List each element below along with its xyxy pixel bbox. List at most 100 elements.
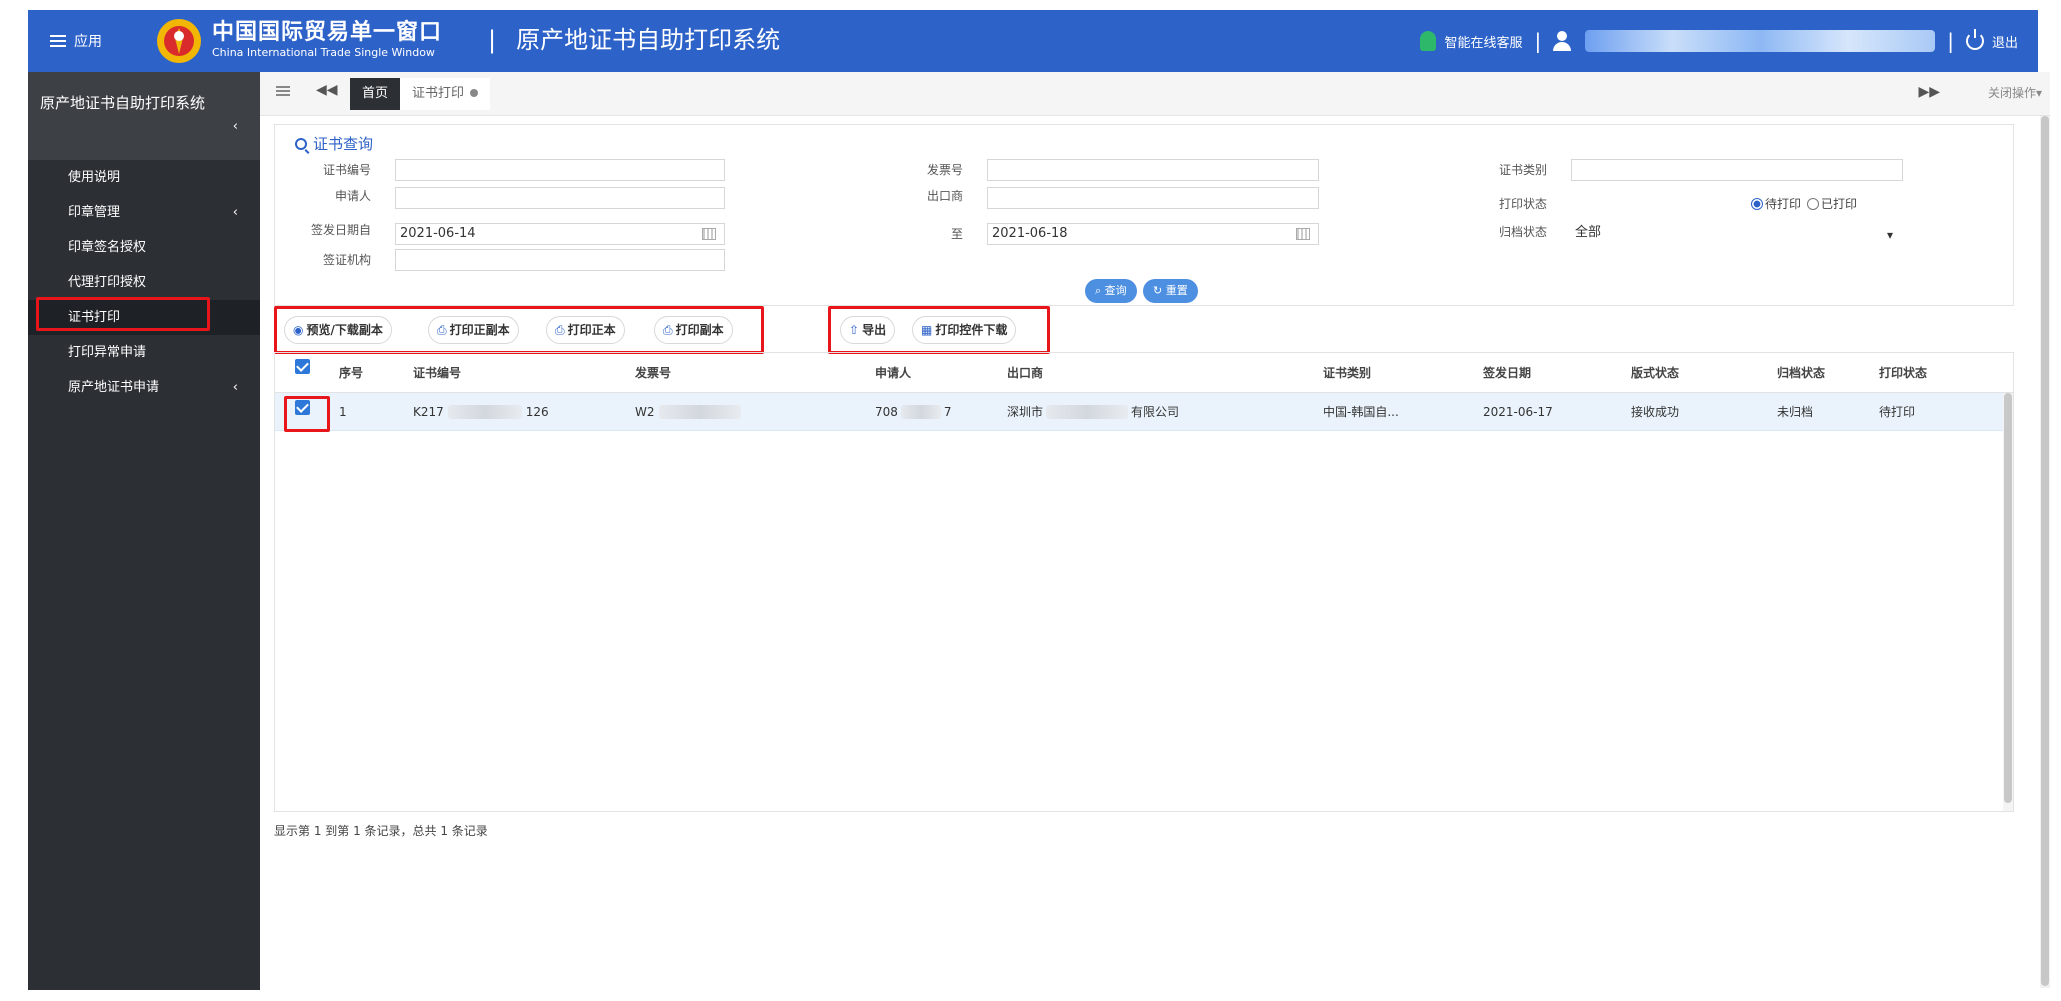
redaction-mask <box>447 404 522 419</box>
app-menu-button[interactable]: 应用 <box>50 28 102 54</box>
table-row[interactable]: 1 K217 126 W2 708 7 深圳市 有限公司 中国-韩国自... 2… <box>275 393 2013 431</box>
exporter-prefix: 深圳市 <box>1007 405 1044 419</box>
sidebar-item-seal-management[interactable]: 印章管理 ‹ <box>28 195 260 230</box>
cert-table: 序号 证书编号 发票号 申请人 出口商 证书类别 签发日期 版式状态 归档状态 … <box>274 352 2014 812</box>
search-panel: 证书查询 证书编号 发票号 证书类别 申请人 出口商 打印状态 待打印 已打印 … <box>274 124 2014 306</box>
sidebar-item-agent-print-auth[interactable]: 代理打印授权 <box>28 265 260 300</box>
power-icon[interactable] <box>1965 29 1984 50</box>
issue-date-from-value: 2021-06-14 <box>400 226 476 241</box>
print-status-radio-group: 待打印 已打印 <box>1751 195 1857 212</box>
sidebar-item-label: 使用说明 <box>68 170 121 185</box>
tab-scroll-left-icon[interactable]: ◀◀ <box>316 82 338 98</box>
system-title: | 原产地证书自助打印系统 <box>488 26 781 54</box>
invoice-prefix: W2 <box>635 404 655 419</box>
select-all-checkbox[interactable] <box>295 347 310 386</box>
col-archive-status[interactable]: 归档状态 <box>1777 353 1825 392</box>
radio-printed[interactable] <box>1807 197 1820 210</box>
logo-icon <box>157 19 201 63</box>
cert-no-prefix: K217 <box>413 404 444 419</box>
col-print-status[interactable]: 打印状态 <box>1879 353 1927 392</box>
col-issue-date[interactable]: 签发日期 <box>1483 353 1531 392</box>
chevron-left-icon: ‹ <box>232 380 238 395</box>
search-icon <box>295 137 307 150</box>
exporter-input[interactable] <box>987 187 1319 209</box>
online-service-link[interactable]: 智能在线客服 <box>1444 32 1522 51</box>
sidebar-item-instructions[interactable]: 使用说明 <box>28 160 260 195</box>
user-icon[interactable] <box>1553 31 1572 51</box>
radio-pending-print[interactable] <box>1751 197 1763 210</box>
calendar-icon[interactable] <box>1296 228 1310 240</box>
page-scrollbar-thumb[interactable] <box>2041 116 2049 986</box>
cert-type-label: 证书类别 <box>1498 163 1547 177</box>
cell-issue-date: 2021-06-17 <box>1483 404 1553 419</box>
redaction-mask <box>900 404 941 419</box>
issue-date-to-value: 2021-06-18 <box>992 226 1068 241</box>
brand-en: China International Trade Single Window <box>212 46 435 59</box>
robot-icon <box>1420 31 1437 51</box>
table-scrollbar[interactable] <box>2003 393 2013 811</box>
tab-scroll-right-icon[interactable]: ▶▶ <box>1918 84 1940 100</box>
highlight-box-row-checkbox <box>284 396 330 432</box>
radio-pending-label: 待打印 <box>1765 197 1802 211</box>
sidebar-item-origin-cert-apply[interactable]: 原产地证书申请 ‹ <box>28 370 260 405</box>
issuing-agency-input[interactable] <box>395 249 725 271</box>
sidebar-item-seal-signature-auth[interactable]: 印章签名授权 <box>28 230 260 265</box>
sidebar-collapse-icon[interactable]: ‹ <box>233 116 238 138</box>
cell-seq: 1 <box>339 404 347 419</box>
reset-button[interactable]: ↻ 重置 <box>1143 279 1198 303</box>
search-panel-title-text: 证书查询 <box>313 135 374 153</box>
tab-bar: ◀◀ 首页 证书打印 ▶▶ 关闭操作▾ <box>260 72 2050 116</box>
highlight-box-print-buttons <box>274 306 764 354</box>
cert-no-input[interactable] <box>395 159 725 181</box>
toggle-sidebar-icon[interactable] <box>276 86 290 96</box>
menu-icon <box>50 35 66 47</box>
cell-applicant: 708 7 <box>875 393 952 430</box>
tab-home[interactable]: 首页 <box>350 78 401 110</box>
cell-format-status: 接收成功 <box>1631 405 1680 419</box>
cell-invoice-no: W2 <box>635 393 741 430</box>
applicant-label: 申请人 <box>334 189 371 203</box>
query-label: 查询 <box>1104 284 1127 297</box>
exporter-label: 出口商 <box>926 189 963 203</box>
invoice-no-input[interactable] <box>987 159 1319 181</box>
col-applicant[interactable]: 申请人 <box>875 353 911 392</box>
sidebar-item-label: 印章签名授权 <box>68 240 147 255</box>
archive-status-value: 全部 <box>1575 225 1602 240</box>
header-right: 智能在线客服 | | 退出 <box>1420 26 2018 56</box>
tab-cert-print[interactable]: 证书打印 <box>400 78 491 110</box>
applicant-input[interactable] <box>395 187 725 209</box>
archive-status-label: 归档状态 <box>1498 225 1547 239</box>
issue-date-from-label: 签发日期自 <box>310 223 371 237</box>
close-operations-dropdown[interactable]: 关闭操作▾ <box>1988 84 2042 101</box>
sidebar-item-label: 原产地证书申请 <box>68 380 160 395</box>
print-status-label: 打印状态 <box>1498 197 1547 211</box>
col-format-status[interactable]: 版式状态 <box>1631 353 1679 392</box>
sidebar-item-label: 打印异常申请 <box>68 345 147 360</box>
sidebar-title: 原产地证书自助打印系统 ‹ <box>28 72 260 160</box>
sidebar-item-print-exception[interactable]: 打印异常申请 <box>28 335 260 370</box>
close-tab-icon[interactable] <box>470 89 479 97</box>
col-exporter[interactable]: 出口商 <box>1007 353 1043 392</box>
sidebar-title-text: 原产地证书自助打印系统 <box>40 94 206 112</box>
invoice-no-label: 发票号 <box>926 163 963 177</box>
logout-link[interactable]: 退出 <box>1992 32 2018 51</box>
table-scrollbar-thumb[interactable] <box>2004 393 2012 803</box>
issue-date-from-input[interactable]: 2021-06-14 <box>395 223 725 245</box>
radio-printed-label: 已打印 <box>1821 197 1858 211</box>
table-header: 序号 证书编号 发票号 申请人 出口商 证书类别 签发日期 版式状态 归档状态 … <box>275 353 2013 393</box>
issue-date-to-input[interactable]: 2021-06-18 <box>987 223 1319 245</box>
col-cert-type[interactable]: 证书类别 <box>1323 353 1371 392</box>
calendar-icon[interactable] <box>702 228 716 240</box>
brand-cn: 中国国际贸易单一窗口 <box>212 20 443 45</box>
page-scrollbar[interactable] <box>2040 116 2050 988</box>
redaction-mask <box>658 404 741 419</box>
query-button[interactable]: ⌕ 查询 <box>1085 279 1137 303</box>
top-header: 应用 中国国际贸易单一窗口 China International Trade … <box>28 10 2038 72</box>
col-seq[interactable]: 序号 <box>339 353 363 392</box>
highlight-box-export-buttons <box>828 306 1050 354</box>
chevron-down-icon: ▾ <box>1886 228 1893 242</box>
cert-type-input[interactable] <box>1571 159 1903 181</box>
archive-status-select[interactable]: 全部 ▾ <box>1571 223 1903 245</box>
col-invoice-no[interactable]: 发票号 <box>635 353 671 392</box>
col-cert-no[interactable]: 证书编号 <box>413 353 461 392</box>
